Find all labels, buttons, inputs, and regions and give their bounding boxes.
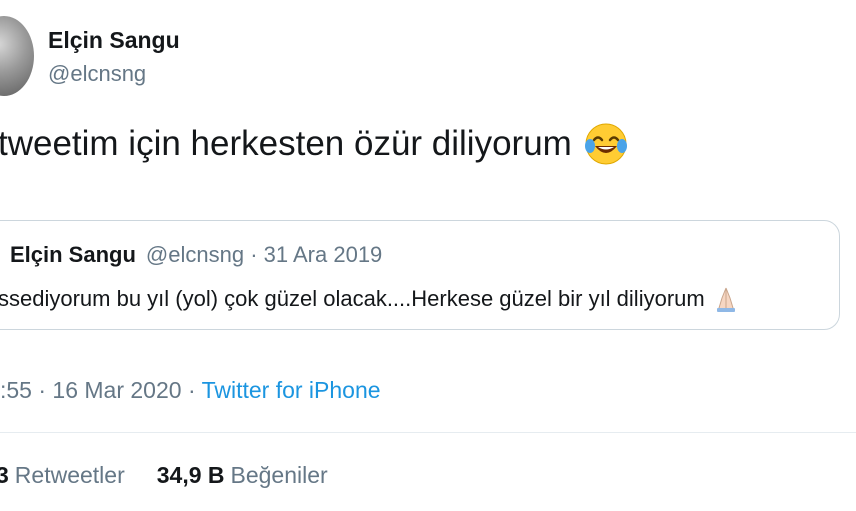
face-with-tears-of-joy-icon — [584, 122, 628, 166]
tweet-source-link[interactable]: Twitter for iPhone — [202, 377, 381, 403]
avatar[interactable] — [0, 16, 34, 96]
retweets-stat[interactable]: 3 Retweetler — [0, 462, 125, 489]
tweet-timestamp[interactable]: :55 · 16 Mar 2020 · — [0, 377, 202, 403]
quoted-author-name: Elçin Sangu — [10, 242, 136, 267]
likes-stat[interactable]: 34,9 B Beğeniler — [157, 462, 328, 489]
divider — [0, 432, 856, 433]
retweets-count: 3 — [0, 462, 9, 488]
folded-hands-icon — [711, 284, 741, 314]
quoted-tweet-meta: @elcnsng · 31 Ara 2019 — [145, 242, 383, 267]
likes-label: Beğeniler — [230, 462, 328, 488]
likes-count: 34,9 B — [156, 462, 225, 488]
author-handle[interactable]: @elcnsng — [48, 61, 146, 87]
quoted-tweet-text: ssediyorum bu yıl (yol) çok güzel olacak… — [0, 284, 741, 314]
author-name[interactable]: Elçin Sangu — [48, 27, 180, 54]
tweet-text-content: tweetim için herkesten özür diliyorum — [0, 124, 572, 163]
tweet-text: tweetim için herkesten özür diliyorum — [0, 122, 628, 166]
tweet-stats: 3 Retweetler 34,9 B Beğeniler — [0, 462, 328, 489]
tweet-timestamp-source: :55 · 16 Mar 2020 · Twitter for iPhone — [0, 377, 381, 404]
quoted-tweet-header: Elçin Sangu @elcnsng · 31 Ara 2019 — [10, 242, 382, 268]
quoted-tweet-text-content: ssediyorum bu yıl (yol) çok güzel olacak… — [0, 286, 705, 311]
retweets-label: Retweetler — [14, 462, 125, 488]
